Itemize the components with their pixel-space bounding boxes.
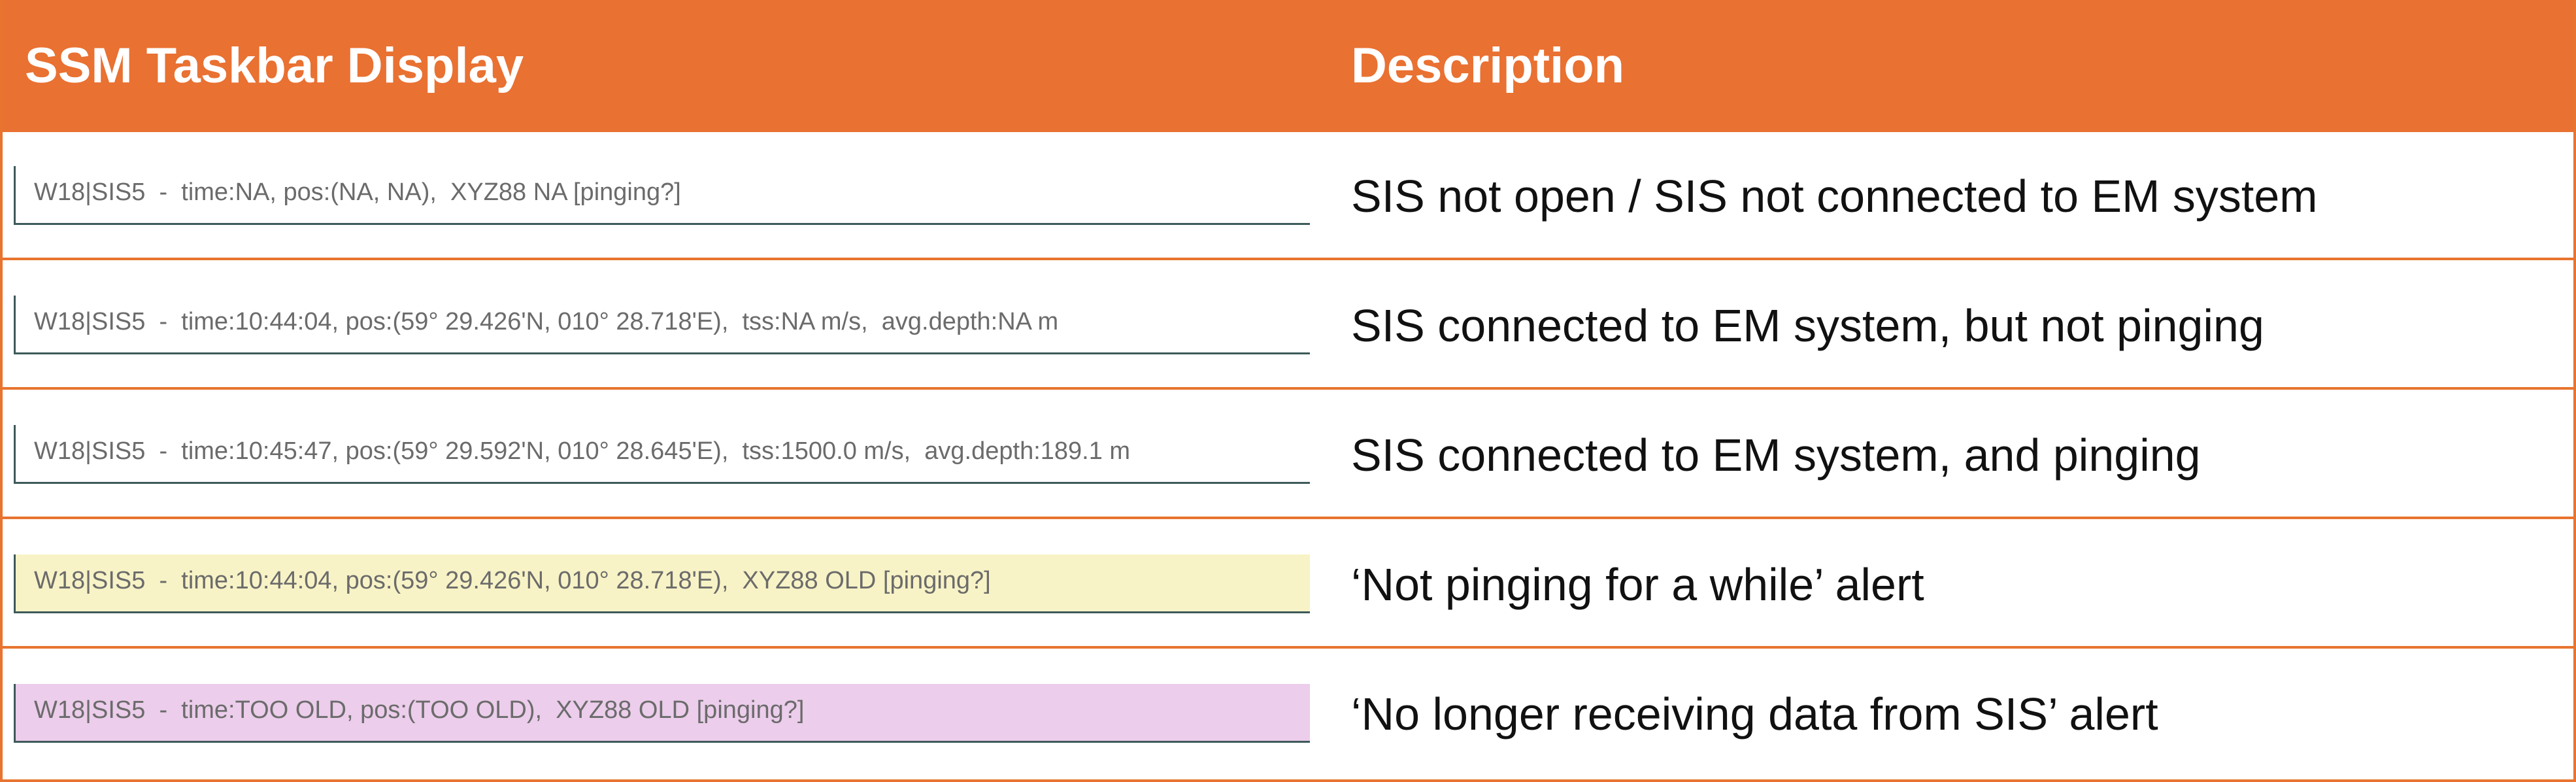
table-row: W18|SIS5 - time:TOO OLD, pos:(TOO OLD), … xyxy=(3,650,2573,779)
row-description: SIS connected to EM system, but not ping… xyxy=(1351,300,2264,351)
table-row: W18|SIS5 - time:10:44:04, pos:(59° 29.42… xyxy=(3,520,2573,649)
status-table: SSM Taskbar Display Description W18|SIS5… xyxy=(0,0,2576,782)
table-header: SSM Taskbar Display Description xyxy=(3,0,2573,132)
taskbar-display-sample: W18|SIS5 - time:NA, pos:(NA, NA), XYZ88 … xyxy=(14,166,1310,225)
header-description: Description xyxy=(1351,38,1625,94)
taskbar-display-sample: W18|SIS5 - time:10:45:47, pos:(59° 29.59… xyxy=(14,425,1310,484)
table-row: W18|SIS5 - time:10:45:47, pos:(59° 29.59… xyxy=(3,391,2573,519)
table-row: W18|SIS5 - time:10:44:04, pos:(59° 29.42… xyxy=(3,262,2573,390)
taskbar-display-sample: W18|SIS5 - time:10:44:04, pos:(59° 29.42… xyxy=(14,554,1310,613)
taskbar-display-sample: W18|SIS5 - time:10:44:04, pos:(59° 29.42… xyxy=(14,296,1310,354)
row-description: ‘Not pinging for a while’ alert xyxy=(1351,559,1924,610)
header-taskbar-display: SSM Taskbar Display xyxy=(25,38,524,94)
row-description: SIS not open / SIS not connected to EM s… xyxy=(1351,171,2318,222)
row-description: ‘No longer receiving data from SIS’ aler… xyxy=(1351,688,2158,740)
table-row: W18|SIS5 - time:NA, pos:(NA, NA), XYZ88 … xyxy=(3,132,2573,260)
taskbar-display-sample: W18|SIS5 - time:TOO OLD, pos:(TOO OLD), … xyxy=(14,684,1310,743)
row-description: SIS connected to EM system, and pinging xyxy=(1351,430,2201,481)
